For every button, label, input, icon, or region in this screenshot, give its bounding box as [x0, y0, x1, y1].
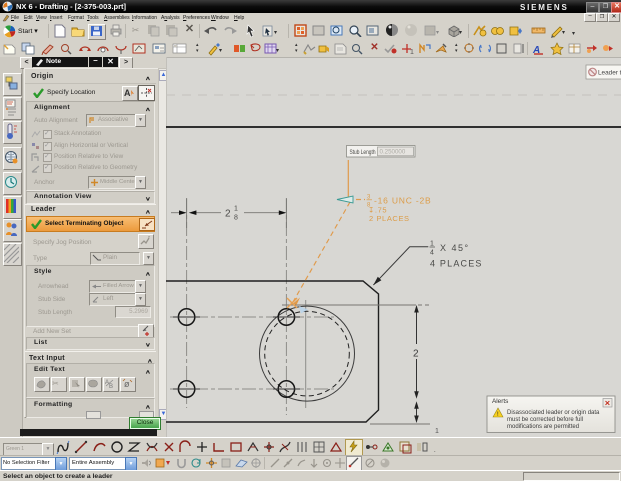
svg-text:2: 2: [413, 349, 419, 360]
svg-text:Stub Length: Stub Length: [350, 149, 376, 156]
svg-text:2 PLACES: 2 PLACES: [369, 214, 410, 223]
svg-text:X 45°: X 45°: [440, 243, 470, 253]
svg-text:4 PLACES: 4 PLACES: [430, 259, 483, 269]
svg-text:1: 1: [435, 428, 439, 435]
svg-text:modifications are permitted: modifications are permitted: [507, 424, 579, 430]
svg-text:-16 UNC -2B: -16 UNC -2B: [374, 196, 431, 206]
svg-text:1: 1: [410, 49, 414, 55]
svg-text:Disassociated leader or origin: Disassociated leader or origin data: [507, 410, 600, 416]
svg-text:Alerts: Alerts: [492, 398, 508, 405]
svg-text:0.250000: 0.250000: [380, 149, 406, 156]
svg-text:ø: ø: [124, 379, 130, 389]
svg-text:2: 2: [225, 209, 231, 220]
svg-text:1: 1: [234, 206, 238, 213]
svg-text:8: 8: [234, 215, 238, 222]
svg-text:4: 4: [430, 250, 434, 257]
svg-text:must be corrected before full: must be corrected before full: [507, 417, 583, 423]
svg-text:✕: ✕: [605, 401, 611, 408]
svg-text:B: B: [109, 384, 113, 389]
svg-text:A: A: [124, 88, 131, 98]
svg-text:Leader t: Leader t: [598, 70, 621, 77]
svg-text:1: 1: [430, 241, 434, 248]
